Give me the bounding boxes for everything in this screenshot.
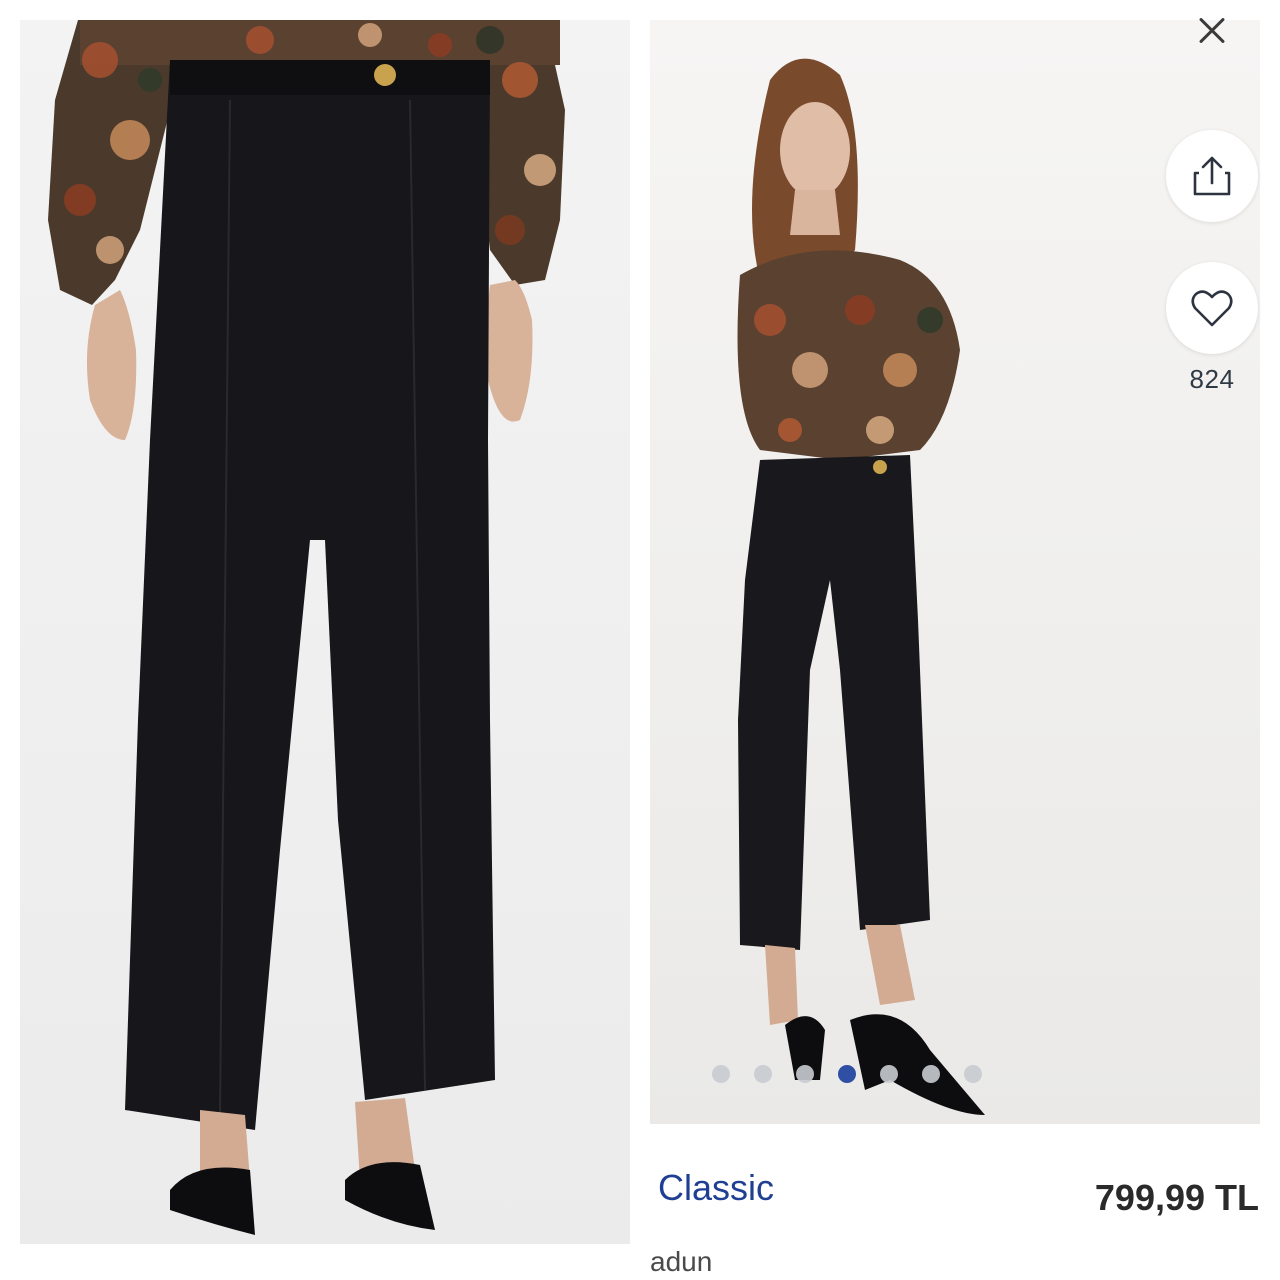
trousers-closeup-illustration (48, 20, 565, 1235)
heart-icon (1191, 290, 1233, 327)
product-price: 799,99 TL (1094, 1177, 1259, 1218)
product-photo-left (20, 20, 630, 1244)
share-button[interactable] (1166, 130, 1258, 222)
carousel-dot[interactable] (964, 1065, 982, 1083)
carousel-dot[interactable] (796, 1065, 814, 1083)
product-detail-screen: 824 Classic 799,99 TL adun (650, 0, 1280, 1280)
carousel-dot[interactable] (712, 1065, 730, 1083)
favorite-count: 824 (1189, 364, 1235, 394)
product-subtitle-cut: adun (650, 1246, 713, 1277)
carousel-dot[interactable] (880, 1065, 898, 1083)
favorite-button[interactable] (1166, 262, 1258, 354)
image-carousel-dots[interactable] (712, 1065, 982, 1083)
close-icon[interactable] (1187, 5, 1237, 55)
carousel-dot[interactable] (754, 1065, 772, 1083)
carousel-dot[interactable] (922, 1065, 940, 1083)
carousel-dot-active[interactable] (838, 1065, 856, 1083)
product-name[interactable]: Classic (658, 1167, 774, 1209)
share-icon (1193, 156, 1231, 196)
